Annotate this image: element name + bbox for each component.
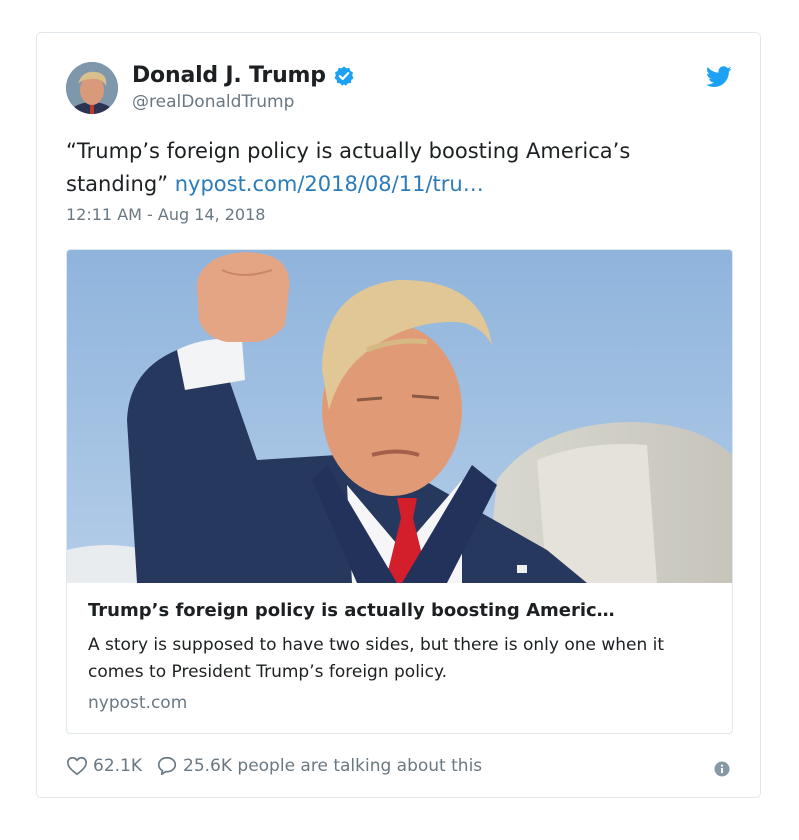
embedded-tweet: Donald J. Trump @realDonaldTrump “Trump’… bbox=[36, 32, 761, 798]
tweet-actions: 62.1K 25.6K people are talking about thi… bbox=[66, 755, 482, 777]
tweet-timestamp[interactable]: 12:11 AM - Aug 14, 2018 bbox=[66, 205, 265, 224]
author-name-row[interactable]: Donald J. Trump bbox=[132, 63, 355, 88]
info-icon[interactable] bbox=[714, 761, 730, 777]
reply-bubble-icon[interactable] bbox=[156, 755, 178, 777]
verified-badge-icon bbox=[333, 65, 355, 87]
heart-icon[interactable] bbox=[66, 755, 88, 777]
like-count[interactable]: 62.1K bbox=[93, 756, 142, 776]
link-preview-card[interactable]: Trump’s foreign policy is actually boost… bbox=[66, 249, 733, 734]
article-photo bbox=[67, 250, 732, 583]
link-card-domain: nypost.com bbox=[88, 693, 188, 713]
tweet-link[interactable]: nypost.com/2018/08/11/tru… bbox=[175, 172, 484, 196]
tweet-text: “Trump’s foreign policy is actually boos… bbox=[66, 135, 726, 201]
author-handle[interactable]: @realDonaldTrump bbox=[132, 92, 294, 112]
avatar-photo bbox=[66, 62, 118, 114]
twitter-bird-icon[interactable] bbox=[706, 66, 732, 88]
author-name[interactable]: Donald J. Trump bbox=[132, 63, 326, 88]
avatar[interactable] bbox=[66, 62, 118, 114]
link-card-description: A story is supposed to have two sides, b… bbox=[88, 635, 665, 682]
talking-count[interactable]: 25.6K people are talking about this bbox=[183, 756, 482, 776]
link-card-title[interactable]: Trump’s foreign policy is actually boost… bbox=[88, 600, 718, 621]
